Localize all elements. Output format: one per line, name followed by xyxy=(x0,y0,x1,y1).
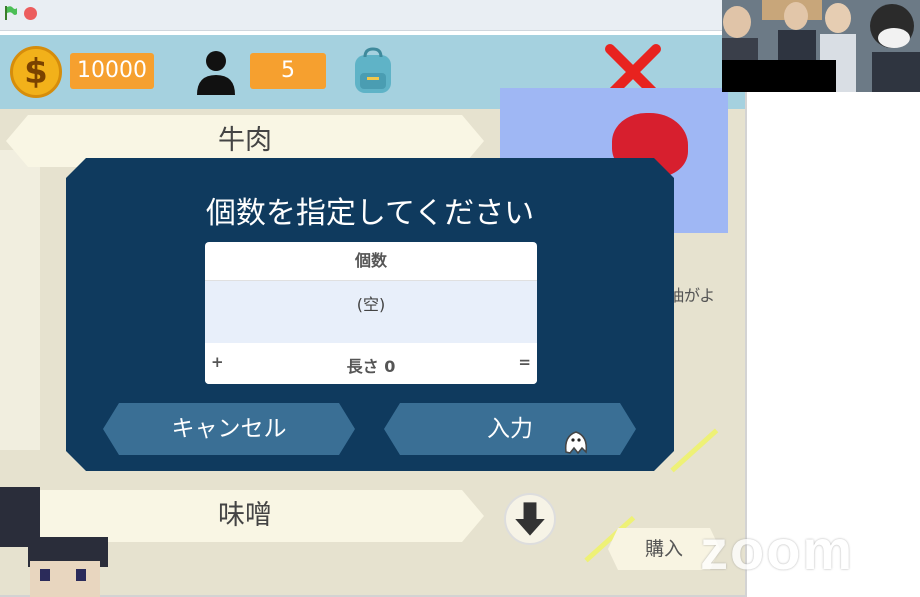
cursor-sprite-icon xyxy=(564,431,588,455)
quantity-dialog: 個数を指定してください 個数 (空) + 長さ 0 = キャンセル 入力 xyxy=(66,158,674,471)
list-length: 長さ 0 xyxy=(346,357,396,376)
item-description: 抽がよ xyxy=(668,286,716,305)
money-display: 10000 xyxy=(70,53,154,89)
video-blackout xyxy=(722,60,836,92)
person-icon xyxy=(197,51,235,95)
list-footer: + 長さ 0 = xyxy=(205,343,537,384)
window-toolbar xyxy=(0,0,745,31)
arrow-down-icon[interactable] xyxy=(504,493,556,545)
list-item[interactable]: (空) xyxy=(205,291,537,315)
dollar-coin-icon: $ xyxy=(10,46,62,98)
resize-handle[interactable]: = xyxy=(518,353,531,371)
item-label: 牛肉 xyxy=(218,125,272,156)
cancel-button[interactable]: キャンセル xyxy=(103,403,355,455)
people-count: 5 xyxy=(250,53,326,89)
green-flag-icon[interactable] xyxy=(4,6,18,20)
list-header: 個数 xyxy=(205,242,537,281)
map-road xyxy=(0,150,40,450)
zoom-watermark: zoom xyxy=(700,518,855,581)
enter-button[interactable]: 入力 xyxy=(384,403,636,455)
stop-icon[interactable] xyxy=(24,7,37,20)
item-label: 味噌 xyxy=(218,500,272,531)
list-body: (空) xyxy=(205,281,537,343)
dialog-title: 個数を指定してください xyxy=(205,196,535,231)
quantity-list[interactable]: 個数 (空) + 長さ 0 = xyxy=(205,242,537,384)
character-sprite xyxy=(0,487,108,597)
backpack-icon[interactable] xyxy=(350,47,396,95)
